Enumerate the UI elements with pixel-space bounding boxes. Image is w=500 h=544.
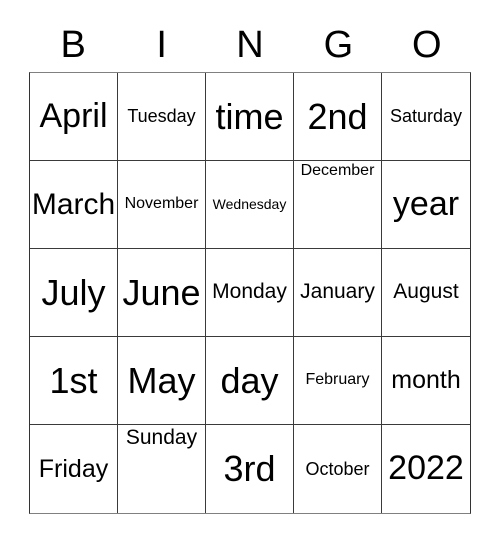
bingo-cell-r5c4[interactable]: October <box>294 425 382 513</box>
bingo-header-letter-o: O <box>412 24 442 66</box>
bingo-cell-r1c1[interactable]: April <box>30 73 118 161</box>
bingo-cell-label: January <box>300 280 375 304</box>
bingo-cell-label: month <box>391 366 461 395</box>
bingo-cell-r1c4[interactable]: 2nd <box>294 73 382 161</box>
bingo-cell-r2c1[interactable]: March <box>30 161 118 249</box>
bingo-cell-r4c1[interactable]: 1st <box>30 337 118 425</box>
bingo-cell-label: 1st <box>49 359 98 401</box>
bingo-cell-r2c3[interactable]: Wednesday <box>206 161 294 249</box>
bingo-cell-label: March <box>31 187 116 221</box>
bingo-cell-label: Sunday <box>125 426 198 449</box>
bingo-header-row: B I N G O <box>29 18 471 72</box>
bingo-cell-label: November <box>124 195 199 213</box>
bingo-card: B I N G O April Tuesday time 2nd Saturday Mar… <box>0 0 500 544</box>
bingo-cell-label: year <box>392 184 460 223</box>
bingo-cell-label: Wednesday <box>212 196 287 213</box>
bingo-cell-r4c2[interactable]: May <box>118 337 206 425</box>
bingo-cell-label: Friday <box>38 454 109 483</box>
bingo-cell-r4c3[interactable]: day <box>206 337 294 425</box>
bingo-cell-label: December <box>300 162 375 179</box>
bingo-cell-r3c2[interactable]: June <box>118 249 206 337</box>
bingo-cell-label: October <box>305 458 370 479</box>
bingo-cell-r3c3[interactable]: Monday <box>206 249 294 337</box>
bingo-cell-label: April <box>39 96 108 135</box>
bingo-cell-r2c2[interactable]: November <box>118 161 206 249</box>
bingo-cell-label: June <box>122 271 201 313</box>
bingo-cell-label: August <box>393 280 459 304</box>
bingo-cell-label: 2nd <box>307 95 368 137</box>
bingo-cell-label: 3rd <box>223 448 276 490</box>
bingo-cell-r3c4[interactable]: January <box>294 249 382 337</box>
bingo-cell-label: day <box>220 359 279 401</box>
bingo-cell-r5c3[interactable]: 3rd <box>206 425 294 513</box>
bingo-cell-r2c5[interactable]: year <box>382 161 470 249</box>
bingo-cell-r3c1[interactable]: July <box>30 249 118 337</box>
bingo-grid: April Tuesday time 2nd Saturday March November… <box>29 72 471 514</box>
bingo-cell-r5c5[interactable]: 2022 <box>382 425 470 513</box>
bingo-cell-r1c3[interactable]: time <box>206 73 294 161</box>
bingo-header-letter-n: N <box>236 24 264 66</box>
bingo-header-letter-g: G <box>323 24 354 66</box>
bingo-cell-r1c5[interactable]: Saturday <box>382 73 470 161</box>
bingo-cell-label: Monday <box>212 280 287 304</box>
bingo-header-letter-b: B <box>60 24 86 66</box>
bingo-cell-r4c5[interactable]: month <box>382 337 470 425</box>
bingo-cell-label: July <box>41 271 106 313</box>
bingo-cell-r5c1[interactable]: Friday <box>30 425 118 513</box>
bingo-cell-label: time <box>215 95 284 137</box>
bingo-header-letter-i: I <box>156 24 167 66</box>
bingo-cell-r2c4[interactable]: December <box>294 161 382 249</box>
bingo-cell-label: May <box>127 359 196 401</box>
bingo-cell-r5c2[interactable]: Sunday <box>118 425 206 513</box>
bingo-cell-r3c5[interactable]: August <box>382 249 470 337</box>
bingo-cell-label: 2022 <box>388 449 464 488</box>
bingo-cell-label: February <box>305 371 370 389</box>
bingo-cell-label: Saturday <box>389 106 463 127</box>
bingo-cell-r4c4[interactable]: February <box>294 337 382 425</box>
bingo-cell-label: Tuesday <box>127 106 196 127</box>
bingo-cell-r1c2[interactable]: Tuesday <box>118 73 206 161</box>
